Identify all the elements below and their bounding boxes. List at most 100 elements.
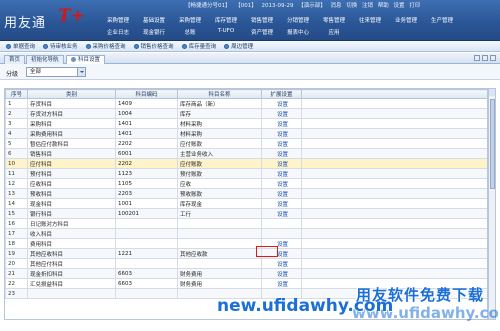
row-filler (301, 178, 487, 189)
col-header-no[interactable]: 序号 (5, 89, 28, 99)
menu-item[interactable]: 报表中心 (280, 28, 316, 38)
row-filler (301, 218, 487, 229)
table-row[interactable]: 20 其他应付科目 设置 (5, 258, 487, 269)
col-header-name[interactable]: 科目名称 (177, 89, 262, 99)
tab-right-icon[interactable] (482, 55, 488, 61)
quick-item[interactable]: 库存量查询 (181, 42, 216, 50)
table-row[interactable]: 5 暂估应付款科目 2202 应付账款 设置 (5, 138, 487, 149)
menu-item[interactable]: 往来管理 (352, 16, 388, 26)
row-ext-link[interactable]: 设置 (261, 158, 302, 169)
switch-link[interactable]: 切换 (346, 3, 357, 9)
row-number: 20 (5, 258, 28, 269)
tab-account-setup[interactable]: 科目设置 (66, 55, 106, 64)
filter-bar: 分级 全部 (0, 64, 500, 80)
row-ext-link[interactable]: 设置 (261, 208, 302, 219)
settings-link[interactable]: 设置 (394, 3, 405, 9)
col-header-category[interactable]: 类别 (27, 89, 116, 99)
close-tab-icon[interactable] (71, 57, 76, 62)
menu-item[interactable]: 基础设置 (136, 16, 172, 26)
row-code: 100201 (115, 208, 178, 219)
table-row[interactable]: 10 应付科目 2202 应付账款 设置 (5, 158, 487, 169)
menu-item[interactable]: 生产管理 (424, 16, 460, 26)
row-code: 1001 (115, 198, 178, 209)
quick-item[interactable]: 采购价格查询 (85, 42, 126, 50)
messages-link[interactable]: 消息 (330, 3, 341, 9)
menu-item[interactable]: 库存管理 (208, 16, 244, 26)
status-line: 【畅捷通分号01】 【001】 2013-09-29 【演示部】 消息 切换 注… (185, 1, 500, 11)
row-number: 10 (5, 158, 28, 169)
logout-link[interactable]: 注销 (362, 3, 373, 9)
vertical-scrollbar[interactable] (488, 88, 496, 320)
chevron-down-icon[interactable] (77, 68, 85, 76)
table-row[interactable]: 6 销售科目 6001 主营业务收入 设置 (5, 148, 487, 159)
tab-label: 科目设置 (78, 57, 101, 63)
scroll-up-icon[interactable] (489, 89, 495, 96)
table-row[interactable]: 15 银行科目 100201 工行 设置 (5, 208, 487, 219)
row-filler (301, 228, 487, 239)
table-row[interactable]: 4 采购费用科目 1401 材料采购 设置 (5, 128, 487, 139)
row-ext-link[interactable]: 设置 (261, 108, 302, 119)
menu-item[interactable]: 现金银行 (136, 28, 172, 38)
print-link[interactable]: 打印 (409, 3, 420, 9)
row-ext-link[interactable]: 设置 (261, 258, 302, 269)
row-ext-link[interactable]: 设置 (261, 148, 302, 159)
row-ext-link[interactable]: 设置 (261, 138, 302, 149)
menu-item[interactable]: 应用 (316, 28, 352, 38)
tab-left-icon[interactable] (474, 55, 480, 61)
menu-item[interactable]: 分销管理 (280, 16, 316, 26)
tab-close-icon[interactable] (490, 55, 496, 61)
table-row[interactable]: 1 存货科目 1409 库存商品（新） 设置 (5, 98, 487, 109)
top-banner: 用友通 T+ 【畅捷通分号01】 【001】 2013-09-29 【演示部】 … (0, 0, 500, 41)
table-row[interactable]: 11 预付科目 1123 预付账款 设置 (5, 168, 487, 179)
menu-item[interactable]: T-UFO (208, 28, 244, 38)
col-header-ext[interactable]: 扩展设置 (261, 89, 302, 99)
quick-item-label: 销售价格查询 (140, 44, 174, 50)
table-row[interactable]: 12 应收科目 1105 应收 设置 (5, 178, 487, 189)
tab-home[interactable]: 首页 (4, 55, 26, 64)
help-link[interactable]: 帮助 (378, 3, 389, 9)
menu-item[interactable]: 销售管理 (244, 16, 280, 26)
quick-item[interactable]: 销售价格查询 (133, 42, 174, 50)
table-row[interactable]: 19 其他应收科目 1221 其他应收款 设置 (5, 248, 487, 259)
menu-item[interactable]: 采购管理 (172, 16, 208, 26)
menu-item[interactable]: 资产管理 (244, 28, 280, 38)
row-code (115, 258, 178, 269)
menu-item[interactable]: 业务管理 (388, 16, 424, 26)
scroll-thumb[interactable] (490, 99, 495, 189)
table-row[interactable]: 18 费用科目 设置 (5, 238, 487, 249)
table-row[interactable]: 13 预收科目 2203 预收账款 设置 (5, 188, 487, 199)
row-ext-link[interactable]: 设置 (261, 168, 302, 179)
row-ext-link[interactable]: 设置 (261, 278, 302, 289)
row-ext-link[interactable]: 设置 (261, 118, 302, 129)
row-ext-link[interactable]: 设置 (261, 128, 302, 139)
table-row[interactable]: 16 日记账对方科目 (5, 218, 487, 229)
level-select[interactable]: 全部 (26, 67, 86, 77)
row-name: 应付账款 (177, 158, 262, 169)
tab-init-nav[interactable]: 初始化导航 (26, 55, 64, 64)
row-name: 材料采购 (177, 118, 262, 129)
col-header-code[interactable]: 科目编码 (115, 89, 178, 99)
menu-item[interactable]: 零售管理 (316, 16, 352, 26)
quick-item[interactable]: 周边管理 (224, 42, 253, 50)
menu-item[interactable]: 总账 (172, 28, 208, 38)
row-ext-link[interactable]: 设置 (261, 178, 302, 189)
quick-item[interactable]: 单据查询 (6, 42, 35, 50)
row-code (115, 288, 178, 299)
table-row[interactable]: 2 存货对方科目 1004 库存 设置 (5, 108, 487, 119)
row-ext-link[interactable]: 设置 (261, 188, 302, 199)
table-row[interactable]: 17 收入科目 (5, 228, 487, 239)
table-row[interactable]: 14 现金科目 1001 库存现金 设置 (5, 198, 487, 209)
row-code: 1401 (115, 128, 178, 139)
row-filler (301, 238, 487, 249)
menu-item[interactable]: 企业日志 (100, 28, 136, 38)
table-row[interactable]: 21 现金折扣科目 6603 财务费用 设置 (5, 268, 487, 279)
menu-item[interactable]: 采购管理 (100, 16, 136, 26)
row-ext-link[interactable]: 设置 (261, 268, 302, 279)
row-ext-link[interactable]: 设置 (261, 198, 302, 209)
row-ext-link[interactable]: 设置 (261, 98, 302, 109)
logo-product-text: T+ (58, 6, 85, 26)
row-category: 存货对方科目 (27, 108, 116, 119)
table-row[interactable]: 3 采购科目 1401 材料采购 设置 (5, 118, 487, 129)
row-number: 13 (5, 188, 28, 199)
quick-item[interactable]: 待审核业务 (43, 42, 78, 50)
